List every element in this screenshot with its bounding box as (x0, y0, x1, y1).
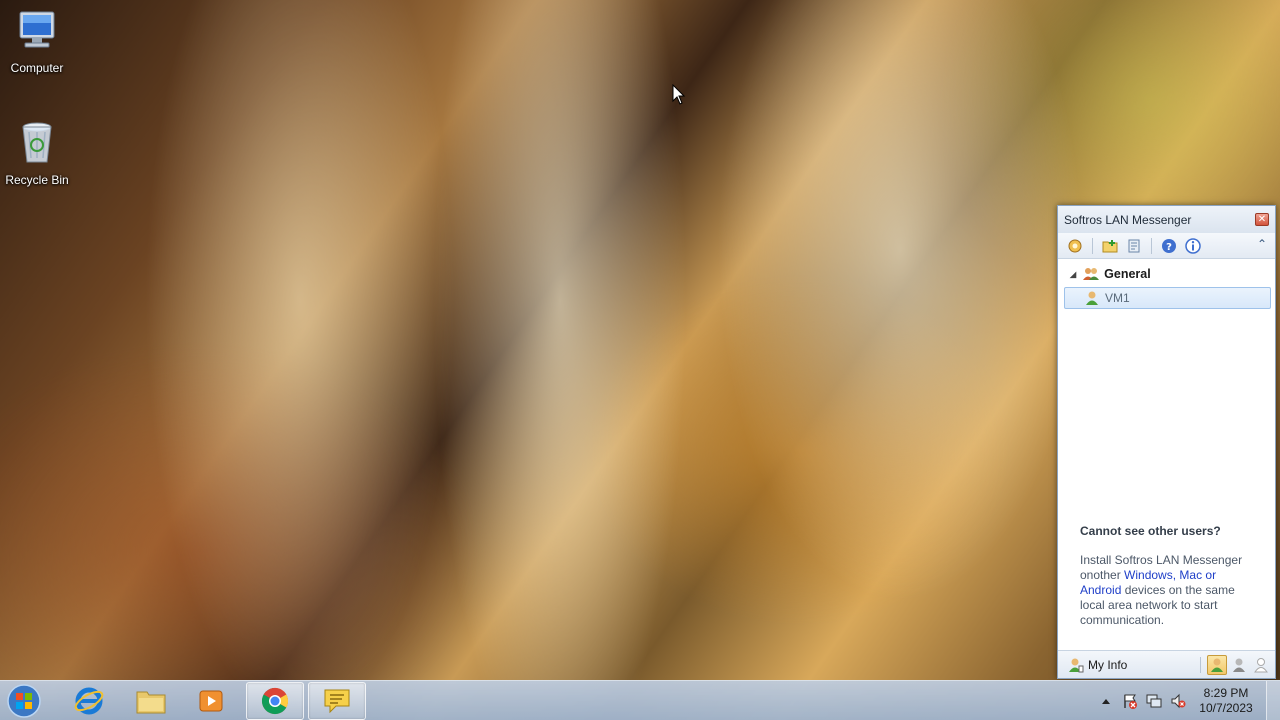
window-titlebar[interactable]: Softros LAN Messenger ✕ (1058, 206, 1275, 233)
help-text: Install Softros LAN Messenger onother Wi… (1080, 553, 1260, 628)
status-bar: My Info (1058, 650, 1275, 678)
settings-icon[interactable] (1066, 237, 1084, 255)
volume-muted-icon[interactable] (1167, 690, 1189, 712)
status-separator (1200, 657, 1201, 673)
mouse-cursor-icon (672, 84, 686, 105)
clock-date: 10/7/2023 (1199, 701, 1253, 715)
taskbar-internet-explorer[interactable] (60, 682, 118, 720)
show-desktop-button[interactable] (1266, 681, 1280, 720)
group-name: General (1104, 267, 1151, 281)
computer-icon (0, 8, 74, 57)
help-icon[interactable]: ? (1160, 237, 1178, 255)
contact-item[interactable]: VM1 (1064, 287, 1271, 309)
internet-explorer-icon (74, 687, 104, 715)
taskbar: 8:29 PM 10/7/2023 (0, 680, 1280, 720)
group-users-icon (1083, 268, 1100, 280)
clock-time: 8:29 PM (1203, 686, 1249, 700)
contact-name: VM1 (1105, 291, 1130, 305)
media-player-icon (199, 690, 223, 712)
show-hidden-icons-icon[interactable] (1095, 690, 1117, 712)
info-icon[interactable] (1184, 237, 1202, 255)
action-center-flag-icon[interactable] (1119, 690, 1141, 712)
desktop-icon-recycle-bin[interactable]: Recycle Bin (0, 120, 74, 187)
add-folder-icon[interactable] (1101, 237, 1119, 255)
desktop-icon-label: Computer (10, 61, 64, 75)
my-info-button[interactable]: My Info (1068, 657, 1127, 673)
offline-status-icon[interactable] (1251, 655, 1271, 675)
taskbar-lan-messenger[interactable] (308, 682, 366, 720)
away-status-icon[interactable] (1229, 655, 1249, 675)
expand-triangle-icon[interactable]: ◢ (1070, 270, 1076, 279)
start-button[interactable] (4, 683, 44, 719)
my-info-label: My Info (1088, 657, 1128, 672)
taskbar-media-player[interactable] (182, 682, 240, 720)
available-status-icon[interactable] (1207, 655, 1227, 675)
taskbar-clock[interactable]: 8:29 PM 10/7/2023 (1190, 686, 1262, 716)
taskbar-chrome[interactable] (246, 682, 304, 720)
status-buttons (1200, 655, 1271, 675)
desktop-icon-computer[interactable]: Computer (0, 8, 74, 75)
system-tray: 8:29 PM 10/7/2023 (1094, 681, 1280, 720)
file-explorer-icon (136, 691, 166, 714)
user-available-icon (1086, 291, 1098, 305)
close-icon[interactable]: ✕ (1255, 213, 1269, 226)
toolbar-separator (1092, 237, 1093, 254)
network-icon[interactable] (1143, 690, 1165, 712)
svg-text:?: ? (1166, 242, 1172, 253)
history-icon[interactable] (1125, 237, 1143, 255)
recycle-bin-icon (0, 120, 74, 169)
help-box: Cannot see other users? Install Softros … (1080, 524, 1260, 628)
group-general[interactable]: ◢ General (1058, 259, 1275, 283)
window-title: Softros LAN Messenger (1064, 212, 1192, 227)
chevron-up-icon[interactable]: ⌃ (1257, 237, 1267, 251)
chrome-icon (261, 687, 289, 715)
my-info-icon (1069, 658, 1084, 672)
help-title: Cannot see other users? (1080, 524, 1221, 538)
lan-messenger-icon (324, 689, 350, 714)
windows-logo-icon (7, 684, 41, 718)
taskbar-file-explorer[interactable] (122, 682, 180, 720)
desktop-icon-label: Recycle Bin (5, 173, 69, 187)
toolbar-separator (1151, 237, 1152, 254)
lan-messenger-window: Softros LAN Messenger ✕ ? ⌃ ◢ General VM… (1057, 205, 1276, 679)
messenger-toolbar: ? ⌃ (1058, 233, 1275, 259)
